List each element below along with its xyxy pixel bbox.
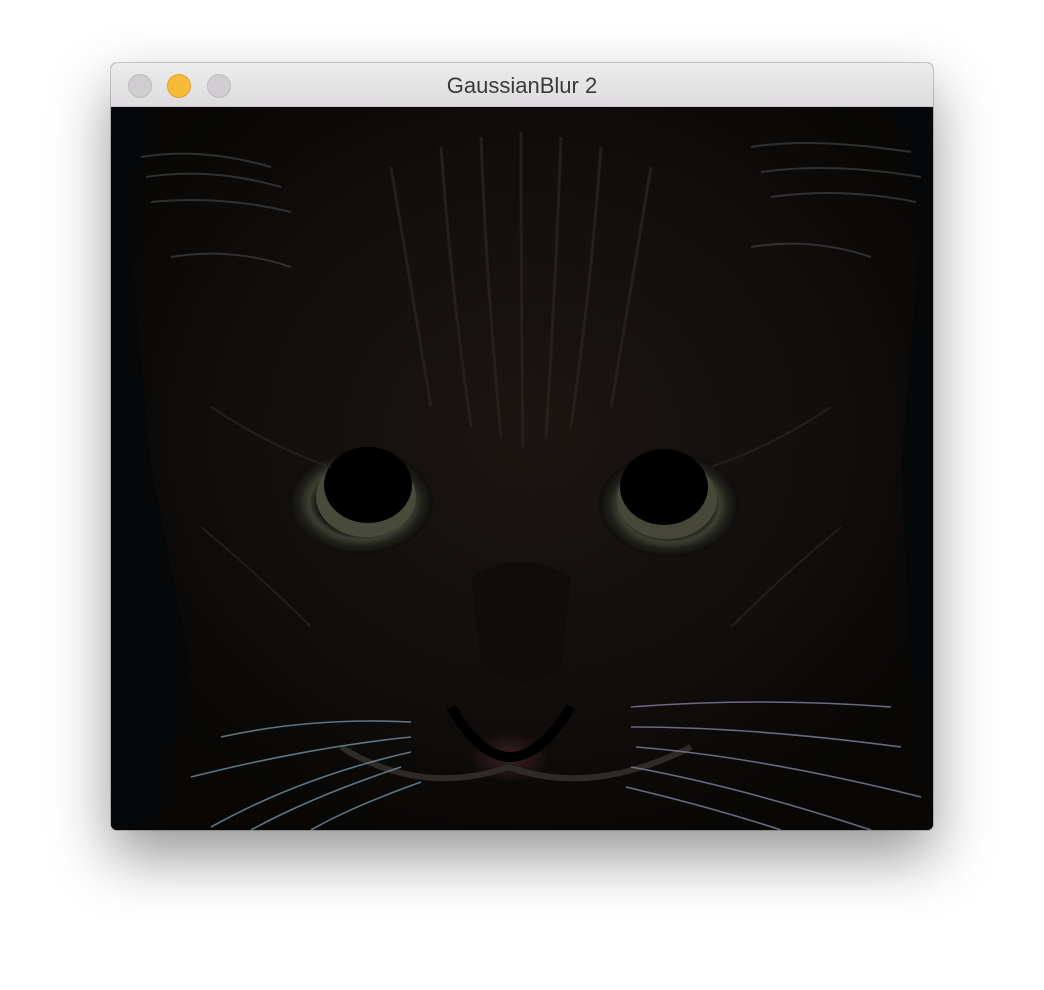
kitten-image (111, 107, 933, 830)
title-bar[interactable]: GaussianBlur 2 (111, 63, 933, 107)
window-title: GaussianBlur 2 (446, 73, 598, 98)
app-window: GaussianBlur 2 (111, 63, 933, 830)
image-canvas (111, 107, 933, 830)
